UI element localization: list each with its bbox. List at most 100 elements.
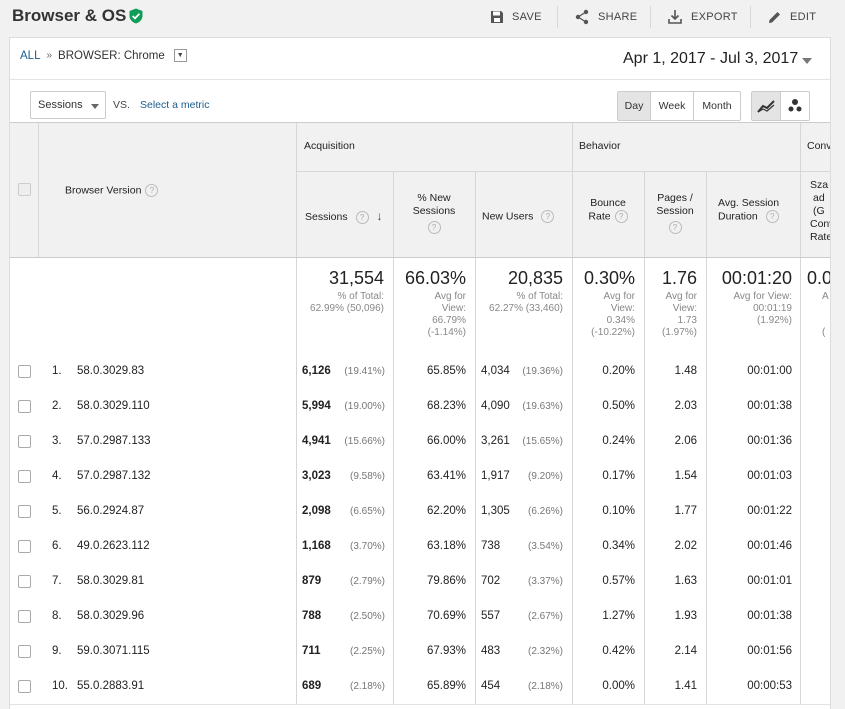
pages-per-session-cell: 1.77 [674, 505, 697, 517]
browser-version-link[interactable]: 58.0.3029.96 [77, 610, 144, 622]
new-users-pct-cell: (2.18%) [527, 681, 563, 692]
conversion-rate-header[interactable]: Sza ad (G Conv Rate [810, 179, 830, 244]
pages-per-session-header[interactable]: Pages / Session ? [644, 192, 706, 234]
period-week-button[interactable]: Week [651, 92, 694, 120]
new-sessions-cell: 63.41% [426, 470, 466, 482]
row-number: 2. [52, 400, 62, 412]
row-number: 9. [52, 645, 62, 657]
group-behavior: Behavior [579, 140, 621, 152]
pages-per-session-cell: 2.14 [674, 645, 697, 657]
row-number: 8. [52, 610, 62, 622]
row-number: 3. [52, 435, 62, 447]
help-icon[interactable]: ? [145, 184, 159, 197]
pages-per-session-cell: 1.41 [674, 680, 697, 692]
help-icon[interactable]: ? [541, 210, 555, 223]
new-users-cell: 4,034 [481, 365, 510, 377]
table-header: Browser Version? Acquisition Behavior Co… [10, 122, 830, 258]
sessions-pct-cell: (3.70%) [349, 541, 385, 552]
bubble-chart-icon [788, 99, 802, 112]
new-users-cell: 454 [481, 680, 501, 692]
date-range-picker[interactable]: Apr 1, 2017 - Jul 3, 2017 [623, 50, 798, 68]
help-icon[interactable]: ? [427, 221, 441, 234]
sessions-cell: 879 [302, 575, 322, 587]
sessions-pct-cell: (19.00%) [344, 401, 385, 412]
help-icon[interactable]: ? [765, 210, 779, 223]
table-row: 10. 55.0.2883.91 689 (2.18%) 65.89% 454 (2.18%… [10, 669, 830, 705]
browser-version-header[interactable]: Browser Version? [65, 184, 159, 197]
new-users-cell: 738 [481, 540, 501, 552]
sessions-pct-cell: (2.25%) [349, 646, 385, 657]
new-sessions-header[interactable]: % New Sessions ? [393, 192, 475, 234]
browser-version-link[interactable]: 57.0.2987.133 [77, 435, 151, 447]
period-month-button[interactable]: Month [694, 92, 740, 120]
total-bounce-note: Avg for View: 0.34% (-10.22%) [591, 291, 635, 338]
divider [557, 6, 558, 28]
avg-duration-cell: 00:01:00 [747, 365, 792, 377]
avg-duration-cell: 00:01:03 [747, 470, 792, 482]
totals-row: 31,554 % of Total: 62.99% (50,096) 66.03%… [10, 257, 830, 355]
total-new-users-note: % of Total: 62.27% (33,460) [489, 291, 563, 314]
row-checkbox[interactable] [18, 575, 31, 588]
row-checkbox[interactable] [18, 540, 31, 553]
browser-version-link[interactable]: 57.0.2987.132 [77, 470, 151, 482]
select-metric-link[interactable]: Select a metric [140, 99, 209, 111]
browser-version-link[interactable]: 58.0.3029.110 [77, 400, 150, 412]
new-users-pct-cell: (2.32%) [527, 646, 563, 657]
share-button[interactable]: SHARE [574, 8, 637, 26]
browser-version-link[interactable]: 58.0.3029.81 [77, 575, 144, 587]
avg-session-duration-header[interactable]: Avg. Session Duration? [718, 197, 779, 223]
total-conversion-note: A ( [822, 291, 829, 338]
row-checkbox[interactable] [18, 435, 31, 448]
help-icon[interactable]: ? [668, 221, 682, 234]
save-button[interactable]: SAVE [490, 8, 542, 26]
browser-version-link[interactable]: 56.0.2924.87 [77, 505, 144, 517]
browser-version-link[interactable]: 49.0.2623.112 [77, 540, 150, 552]
new-users-cell: 557 [481, 610, 501, 622]
sessions-pct-cell: (15.66%) [344, 436, 385, 447]
row-checkbox[interactable] [18, 505, 31, 518]
help-icon[interactable]: ? [355, 210, 369, 224]
help-icon[interactable]: ? [614, 210, 628, 223]
row-checkbox[interactable] [18, 400, 31, 413]
line-chart-button[interactable] [752, 92, 781, 120]
row-number: 5. [52, 505, 62, 517]
total-new-users: 20,835 [507, 268, 563, 288]
row-number: 7. [52, 575, 62, 587]
new-users-header[interactable]: New Users? [482, 210, 555, 223]
chart-type-selector [751, 91, 810, 121]
row-checkbox[interactable] [18, 470, 31, 483]
row-checkbox[interactable] [18, 610, 31, 623]
browser-version-link[interactable]: 58.0.3029.83 [77, 365, 144, 377]
avg-duration-cell: 00:01:56 [747, 645, 792, 657]
breadcrumb-all-link[interactable]: ALL [20, 50, 40, 62]
period-selector: Day Week Month [617, 91, 741, 121]
metric-selector[interactable]: Sessions [30, 91, 106, 119]
group-conversions: Conv [807, 140, 830, 152]
select-all-checkbox[interactable] [18, 183, 31, 196]
edit-button[interactable]: EDIT [767, 8, 816, 26]
motion-chart-button[interactable] [781, 92, 809, 120]
export-button[interactable]: EXPORT [667, 8, 738, 26]
bounce-rate-cell: 0.50% [602, 400, 635, 412]
period-day-button[interactable]: Day [618, 92, 651, 120]
sessions-header[interactable]: Sessions? ↓ [305, 210, 383, 224]
sessions-cell: 3,023 [302, 470, 331, 482]
sessions-pct-cell: (6.65%) [349, 506, 385, 517]
edit-label: EDIT [790, 11, 817, 23]
chevron-down-icon[interactable] [802, 58, 812, 64]
row-checkbox[interactable] [18, 645, 31, 658]
new-users-cell: 4,090 [481, 400, 510, 412]
new-users-pct-cell: (3.37%) [527, 576, 563, 587]
total-sessions: 31,554 [328, 268, 384, 288]
browser-version-link[interactable]: 55.0.2883.91 [77, 680, 144, 692]
browser-version-link[interactable]: 59.0.3071.115 [77, 645, 150, 657]
save-label: SAVE [512, 11, 542, 23]
row-checkbox[interactable] [18, 365, 31, 378]
new-sessions-cell: 70.69% [426, 610, 466, 622]
new-users-pct-cell: (3.54%) [527, 541, 563, 552]
filter-dropdown-button[interactable]: ▼ [173, 49, 187, 62]
bounce-rate-header[interactable]: Bounce Rate? [572, 197, 644, 223]
row-checkbox[interactable] [18, 680, 31, 693]
new-users-pct-cell: (9.20%) [527, 471, 563, 482]
export-label: EXPORT [691, 11, 738, 23]
